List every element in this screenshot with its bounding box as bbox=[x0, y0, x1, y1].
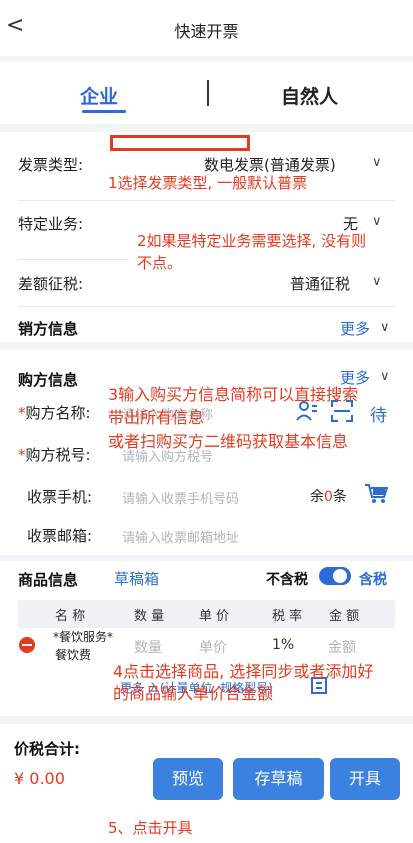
total-label: 价税合计: bbox=[14, 740, 80, 758]
issue-button[interactable]: 开具 bbox=[330, 758, 400, 800]
col-header-name: 名 称 bbox=[55, 609, 86, 624]
chevron-down-icon[interactable]: ∨ bbox=[372, 274, 382, 289]
chevron-down-icon[interactable]: ∨ bbox=[380, 369, 390, 384]
contact-icon[interactable] bbox=[296, 400, 318, 422]
chevron-down-icon[interactable]: ∨ bbox=[380, 320, 390, 335]
draft-box-link[interactable]: 草稿箱 bbox=[114, 568, 159, 589]
tab-enterprise[interactable]: 企业 bbox=[80, 82, 118, 109]
buyer-tax-input[interactable]: 请输入购方税号 bbox=[122, 446, 213, 465]
annotation-2-line1: 2如果是特定业务需要选择, 没有则 bbox=[137, 232, 367, 250]
annotation-1: 1选择发票类型, 一般默认普票 bbox=[108, 174, 308, 192]
divider bbox=[0, 716, 413, 724]
col-header-amount: 金 额 bbox=[329, 609, 360, 624]
invoice-type-label: 发票类型: bbox=[18, 156, 84, 174]
receiver-phone-input[interactable]: 请输入收票手机号码 bbox=[122, 488, 239, 507]
special-business-label: 特定业务: bbox=[18, 215, 84, 233]
cart-icon[interactable] bbox=[364, 482, 388, 504]
chevron-down-icon[interactable]: ∨ bbox=[372, 155, 382, 170]
tab-active-indicator bbox=[82, 110, 126, 113]
goods-qty-input[interactable]: 数量 bbox=[134, 637, 162, 657]
chevron-down-icon[interactable]: ∨ bbox=[372, 214, 382, 229]
preview-button[interactable]: 预览 bbox=[153, 758, 223, 800]
tax-toggle-knob bbox=[333, 569, 347, 583]
goods-name-line2[interactable]: 餐饮费 bbox=[55, 646, 91, 663]
goods-name-line1[interactable]: *餐饮服务* bbox=[53, 628, 113, 645]
highlight-box bbox=[110, 135, 250, 151]
buyer-info-title: 购方信息 bbox=[18, 371, 79, 389]
annotation-5: 5、点击开具 bbox=[108, 819, 193, 837]
sms-quota: 余0条 bbox=[310, 489, 347, 505]
tax-inclusive-label: 含税 bbox=[359, 572, 387, 588]
col-header-rate: 税 率 bbox=[272, 609, 303, 624]
divider bbox=[0, 342, 413, 350]
delete-row-icon[interactable] bbox=[19, 637, 35, 653]
tab-natural-person[interactable]: 自然人 bbox=[281, 82, 338, 109]
tax-exclusive-label: 不含税 bbox=[266, 572, 308, 588]
receiver-email-label: 收票邮箱: bbox=[27, 527, 93, 545]
goods-price-input[interactable]: 单价 bbox=[199, 637, 227, 657]
buyer-name-label: *购方名称: bbox=[18, 404, 91, 422]
col-header-price: 单 价 bbox=[199, 609, 230, 624]
tab-separator bbox=[207, 80, 209, 106]
divider bbox=[18, 306, 395, 307]
seller-more-link[interactable]: 更多 bbox=[340, 318, 370, 339]
scan-icon[interactable] bbox=[331, 400, 353, 422]
page-title: 快速开票 bbox=[174, 22, 239, 41]
annotation-2-line2: 不点。 bbox=[137, 254, 183, 272]
divider bbox=[18, 259, 128, 260]
goods-info-title: 商品信息 bbox=[18, 571, 79, 589]
col-header-qty: 数 量 bbox=[134, 609, 165, 624]
goods-amount-input[interactable]: 金额 bbox=[328, 637, 356, 657]
annotation-4-line2: 的商品输入单价合金额 bbox=[113, 684, 274, 703]
annotation-4-line1: 4点击选择商品, 选择同步或者添加好 bbox=[113, 662, 374, 681]
save-draft-button[interactable]: 存草稿 bbox=[233, 758, 324, 800]
annotation-3-line2: 带出所有信息 bbox=[108, 408, 205, 427]
divider bbox=[18, 200, 395, 201]
divider bbox=[0, 555, 413, 561]
total-amount: ¥ 0.00 bbox=[14, 769, 65, 788]
seller-info-title: 销方信息 bbox=[18, 320, 79, 338]
diff-tax-value[interactable]: 普通征税 bbox=[290, 273, 350, 294]
diff-tax-label: 差额征税: bbox=[18, 275, 84, 293]
receiver-email-input[interactable]: 请输入收票邮箱地址 bbox=[122, 527, 239, 546]
annotation-3-line1: 3输入购买方信息简称可以直接搜索 bbox=[108, 385, 359, 404]
divider bbox=[0, 124, 413, 132]
invoice-type-value[interactable]: 数电发票(普通发票) bbox=[204, 154, 336, 175]
goods-tax-rate[interactable]: 1% bbox=[272, 637, 294, 653]
receiver-phone-label: 收票手机: bbox=[27, 488, 93, 506]
buyer-tax-label: *购方税号: bbox=[18, 446, 91, 464]
pending-label: 待 bbox=[370, 406, 387, 426]
